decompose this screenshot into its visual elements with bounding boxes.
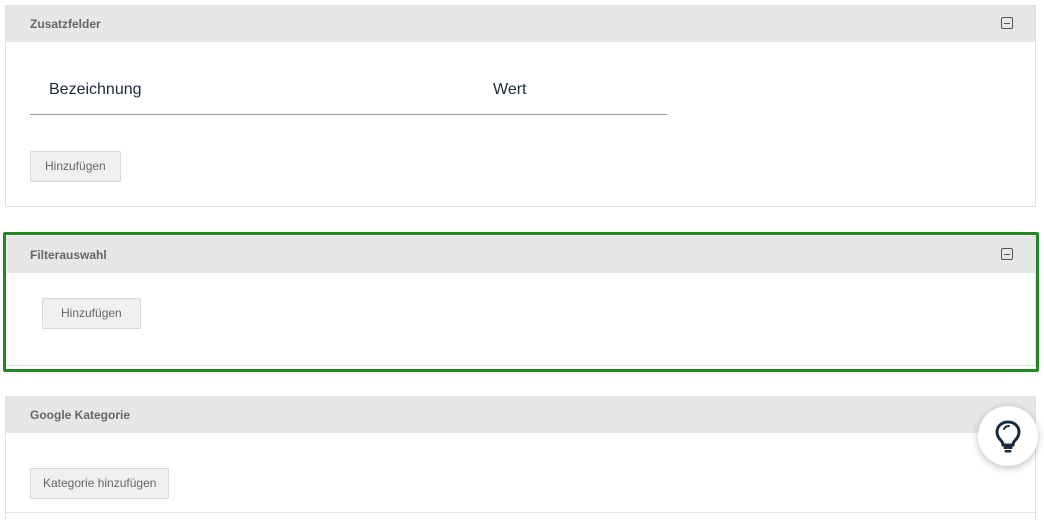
- filterauswahl-add-button[interactable]: Hinzufügen: [42, 298, 141, 329]
- zusatzfelder-header[interactable]: Zusatzfelder: [6, 6, 1035, 42]
- panel-bottom-border: [5, 512, 1036, 513]
- lightbulb-icon: [995, 420, 1021, 453]
- google-kategorie-panel: Google Kategorie Kategorie hinzufügen: [5, 396, 1036, 520]
- google-kategorie-title: Google Kategorie: [30, 408, 131, 422]
- google-kategorie-add-button[interactable]: Kategorie hinzufügen: [30, 468, 170, 499]
- column-header-bezeichnung: Bezeichnung: [49, 81, 142, 98]
- zusatzfelder-add-button[interactable]: Hinzufügen: [30, 151, 121, 182]
- filterauswahl-panel: Filterauswahl Hinzufügen: [5, 236, 1036, 366]
- table-header-divider: [30, 114, 667, 115]
- zusatzfelder-panel: Zusatzfelder Bezeichnung Wert Hinzufügen: [5, 5, 1036, 207]
- collapse-icon[interactable]: [1001, 248, 1013, 260]
- column-header-wert: Wert: [493, 81, 527, 98]
- help-button[interactable]: [978, 406, 1038, 466]
- zusatzfelder-title: Zusatzfelder: [30, 17, 101, 31]
- google-kategorie-header[interactable]: Google Kategorie: [6, 397, 1035, 433]
- filterauswahl-title: Filterauswahl: [30, 248, 107, 262]
- collapse-icon[interactable]: [1001, 17, 1013, 29]
- filterauswahl-header[interactable]: Filterauswahl: [6, 237, 1035, 273]
